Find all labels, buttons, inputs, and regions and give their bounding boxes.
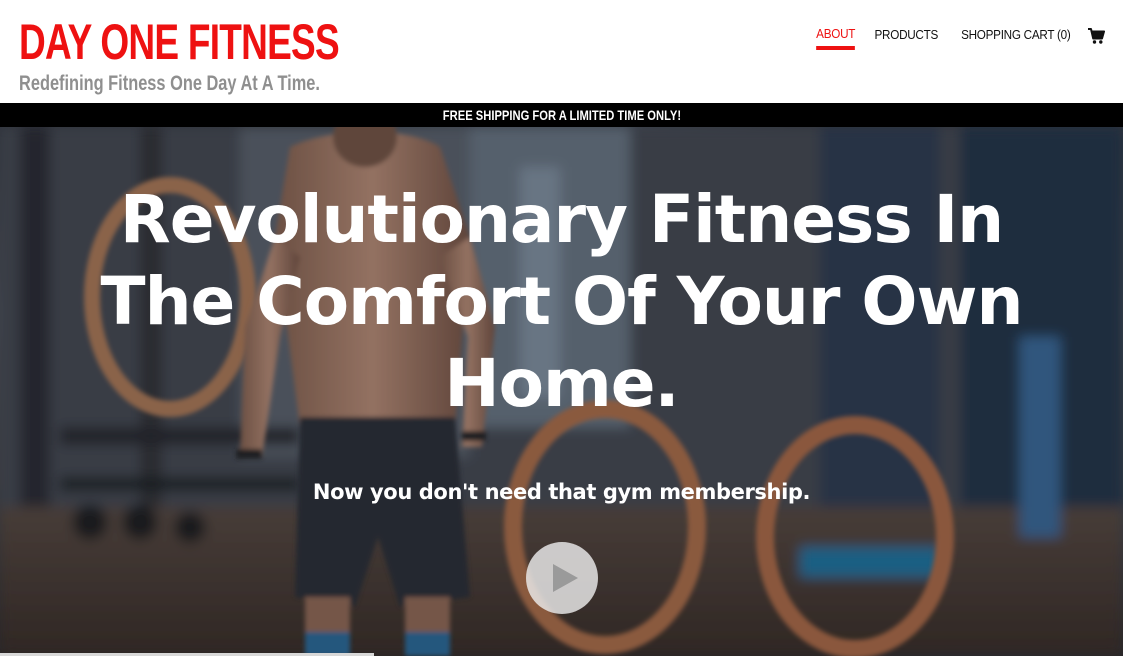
announcement-bar: FREE SHIPPING FOR A LIMITED TIME ONLY! [0,103,1123,127]
shopping-cart-icon[interactable] [1087,27,1105,45]
main-nav: ABOUT PRODUCTS SHOPPING CART (0) [814,22,1105,50]
site-header: DAY ONE FITNESS Redefining Fitness One D… [0,0,1123,103]
hero-subheadline: Now you don't need that gym membership. [312,480,811,504]
play-icon [553,564,578,592]
hero-section: Revolutionary Fitness In The Comfort Of … [0,127,1123,656]
nav-shopping-cart-link[interactable]: SHOPPING CART (0) [962,22,1072,48]
play-video-button[interactable] [526,542,598,614]
brand-tagline: Redefining Fitness One Day At A Time. [19,72,320,95]
brand-title[interactable]: DAY ONE FITNESS [19,12,340,72]
announcement-text: FREE SHIPPING FOR A LIMITED TIME ONLY! [442,107,681,123]
nav-about-link[interactable]: ABOUT [815,22,855,50]
hero-headline: Revolutionary Fitness In The Comfort Of … [100,181,1024,422]
nav-cart-group: SHOPPING CART (0) [955,22,1105,48]
nav-products-link[interactable]: PRODUCTS [874,22,938,48]
